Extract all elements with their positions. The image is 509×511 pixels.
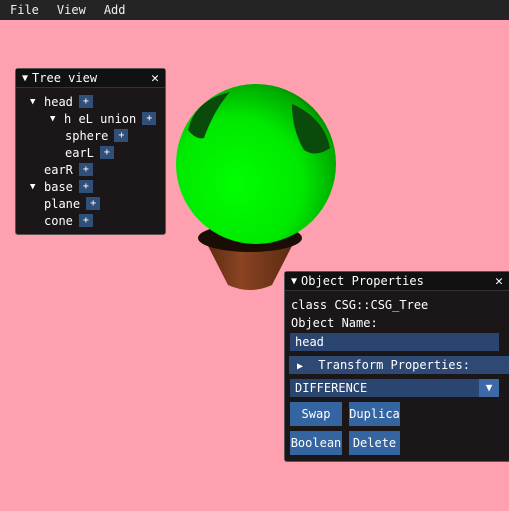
chevron-down-icon[interactable]: ▼ — [479, 379, 499, 397]
tree-view-title: Tree view — [32, 71, 98, 85]
tree-node-sphere[interactable]: sphere + — [65, 128, 129, 143]
operation-select[interactable]: DIFFERENCE ▼ — [290, 379, 499, 397]
expand-triangle-icon[interactable]: ▶ — [297, 361, 303, 372]
tree-node-earR[interactable]: earR + — [44, 162, 93, 177]
tree-node-label[interactable]: sphere — [65, 129, 108, 143]
expand-arrow-icon[interactable]: ▼ — [30, 97, 44, 107]
object-name-input[interactable]: head — [290, 333, 499, 351]
collapse-triangle-icon[interactable]: ▼ — [22, 73, 28, 84]
tree-node-earL[interactable]: earL + — [65, 145, 114, 160]
transform-properties-header[interactable]: ▶ Transform Properties: — [289, 356, 509, 374]
add-child-button[interactable]: + — [78, 214, 93, 227]
object-properties-title: Object Properties — [301, 274, 424, 288]
add-child-button[interactable]: + — [78, 180, 93, 193]
menu-add[interactable]: Add — [94, 0, 134, 20]
menu-bar: File View Add — [0, 0, 509, 20]
tree-node-cone[interactable]: cone + — [44, 213, 93, 228]
tree-node-label[interactable]: head — [44, 95, 73, 109]
tree-node-plane[interactable]: plane + — [44, 196, 101, 211]
add-child-button[interactable]: + — [78, 163, 93, 176]
tree-view-titlebar[interactable]: ▼ Tree view ✕ — [16, 69, 165, 88]
boolean-button[interactable]: Boolean — [290, 431, 342, 455]
add-child-button[interactable]: + — [78, 95, 93, 108]
collapse-triangle-icon[interactable]: ▼ — [291, 276, 297, 287]
expand-arrow-icon[interactable]: ▼ — [50, 114, 64, 124]
duplicate-button[interactable]: Duplica — [349, 402, 400, 426]
tree-node-label[interactable]: cone — [44, 214, 73, 228]
tree-node-union[interactable]: ▼ h eL union + — [50, 111, 157, 126]
tree-node-head[interactable]: ▼ head + — [30, 94, 93, 109]
tree-node-base[interactable]: ▼ base + — [30, 179, 93, 194]
tree-node-label[interactable]: earL — [65, 146, 94, 160]
object-properties-window: ▼ Object Properties ✕ class CSG::CSG_Tre… — [284, 271, 509, 462]
swap-button[interactable]: Swap — [290, 402, 342, 426]
expand-arrow-icon[interactable]: ▼ — [30, 182, 44, 192]
close-icon[interactable]: ✕ — [151, 71, 159, 86]
menu-view[interactable]: View — [47, 0, 94, 20]
delete-button[interactable]: Delete — [349, 431, 400, 455]
object-properties-titlebar[interactable]: ▼ Object Properties ✕ — [285, 272, 509, 291]
operation-value[interactable]: DIFFERENCE — [295, 381, 367, 395]
close-icon[interactable]: ✕ — [495, 274, 503, 289]
tree-node-label[interactable]: earR — [44, 163, 73, 177]
object-name-label: Object Name: — [291, 316, 378, 330]
tree-node-label[interactable]: base — [44, 180, 73, 194]
tree-node-label[interactable]: h eL union — [64, 112, 136, 126]
transform-properties-label[interactable]: Transform Properties: — [318, 358, 470, 372]
tree-node-label[interactable]: plane — [44, 197, 80, 211]
add-child-button[interactable]: + — [86, 197, 101, 210]
tree-view-window: ▼ Tree view ✕ ▼ head + ▼ h eL union + sp… — [15, 68, 166, 235]
add-child-button[interactable]: + — [114, 129, 129, 142]
add-child-button[interactable]: + — [99, 146, 114, 159]
menu-file[interactable]: File — [0, 0, 47, 20]
add-child-button[interactable]: + — [142, 112, 157, 125]
class-label: class CSG::CSG_Tree — [291, 298, 429, 312]
